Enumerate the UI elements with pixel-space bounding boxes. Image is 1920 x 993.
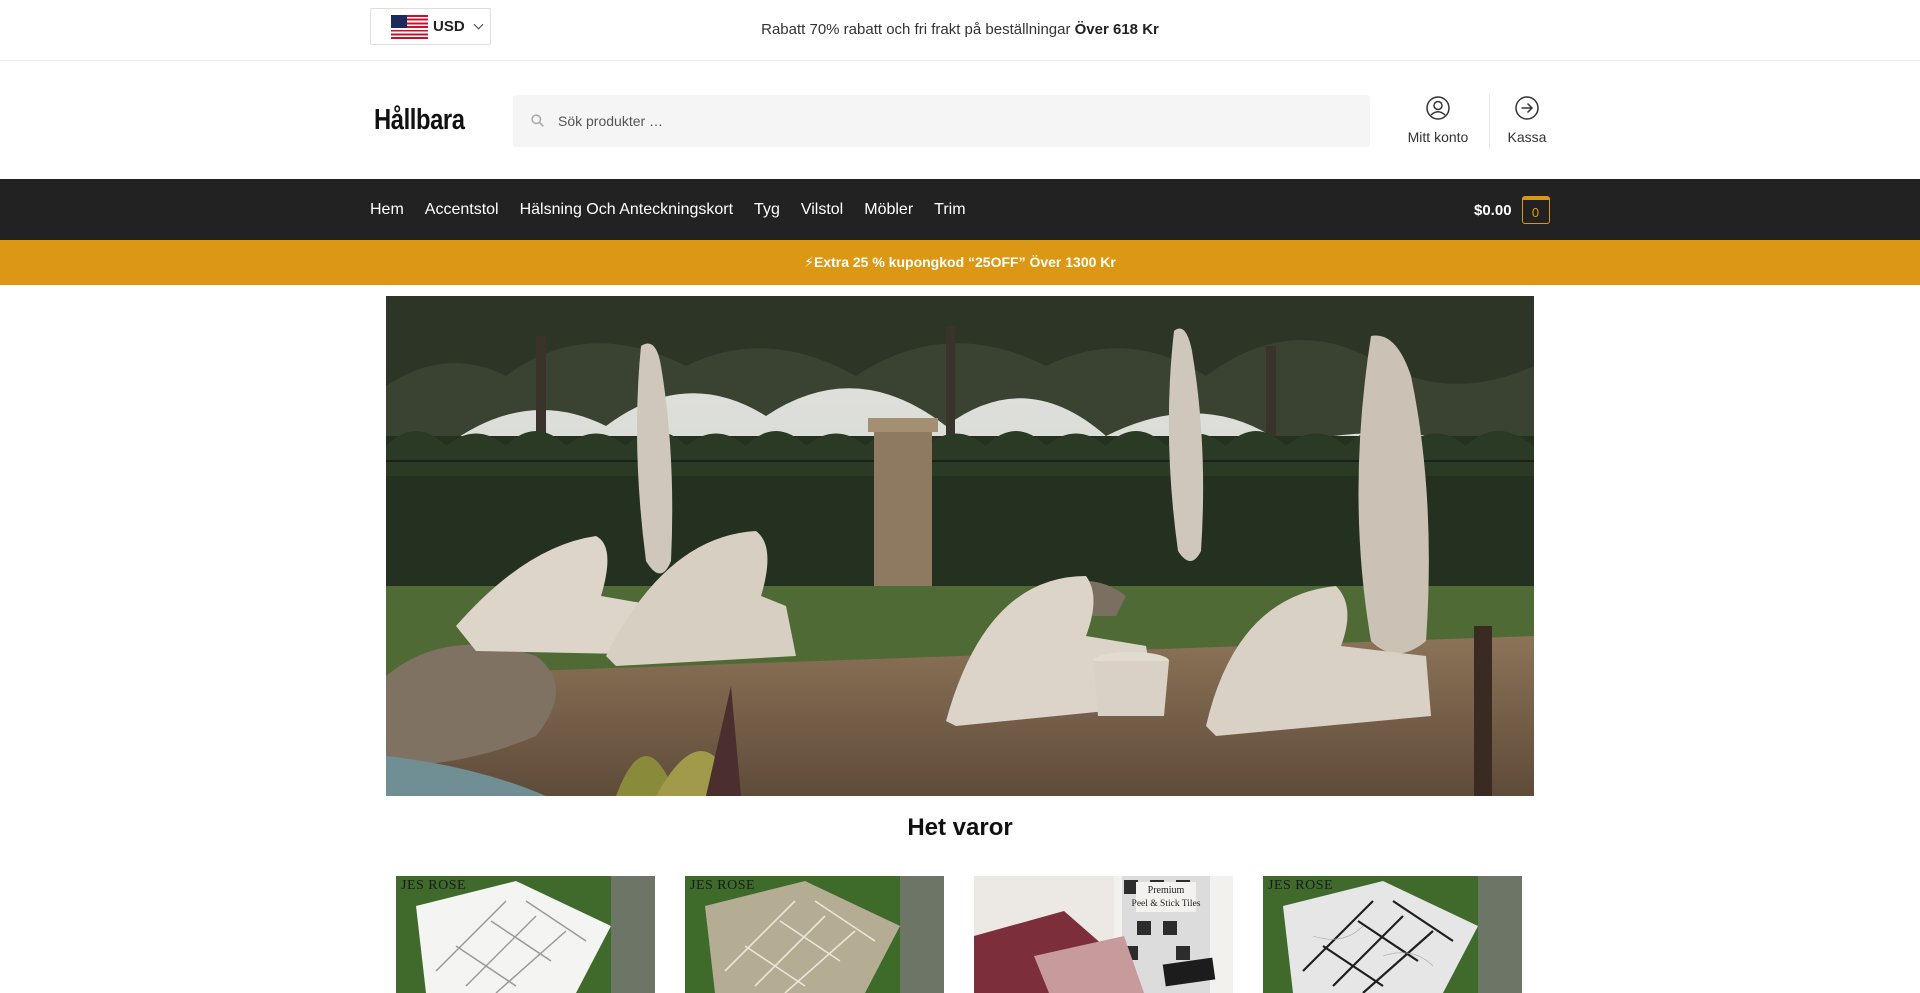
promo-text-regular: Rabatt 70% rabatt och fri frakt på bestä… — [761, 21, 1075, 38]
user-icon — [1426, 96, 1450, 120]
nav-item-mobler[interactable]: Möbler — [864, 201, 913, 219]
nav-menu: Hem Accentstol Hälsning Och Anteckningsk… — [370, 179, 987, 240]
header-divider — [1489, 94, 1490, 148]
search-icon — [531, 114, 544, 127]
hero-image[interactable] — [386, 296, 1534, 796]
product-card[interactable]: JES ROSE — [396, 876, 655, 993]
site-logo[interactable]: Hållbara — [374, 104, 465, 137]
section-title: Het varor — [907, 814, 1013, 841]
product-brand: JES ROSE — [690, 878, 756, 893]
promo-text: Rabatt 70% rabatt och fri frakt på bestä… — [0, 21, 1920, 38]
my-account-label: Mitt konto — [1407, 129, 1469, 145]
product-card[interactable]: JES ROSE — [1263, 876, 1522, 993]
checkout-link[interactable]: Kassa — [1496, 95, 1558, 151]
nav-item-halsning[interactable]: Hälsning Och Anteckningskort — [520, 201, 733, 219]
product-brand: JES ROSE — [1268, 878, 1334, 893]
nav-item-accentstol[interactable]: Accentstol — [425, 201, 499, 219]
main-nav: Hem Accentstol Hälsning Och Anteckningsk… — [0, 179, 1920, 240]
nav-item-hem[interactable]: Hem — [370, 201, 404, 219]
top-bar: USD Rabatt 70% rabatt och fri frakt på b… — [0, 0, 1920, 61]
my-account-link[interactable]: Mitt konto — [1396, 95, 1480, 151]
arrow-right-circle-icon — [1515, 96, 1539, 120]
product-brand: JES ROSE — [401, 878, 467, 893]
search-input[interactable] — [558, 113, 1338, 129]
cart-count-badge: 0 — [1521, 196, 1550, 224]
product-image: Premium Peel & Stick Tiles — [974, 876, 1233, 993]
nav-item-trim[interactable]: Trim — [934, 201, 965, 219]
nav-item-vilstol[interactable]: Vilstol — [801, 201, 843, 219]
svg-text:Peel & Stick Tiles: Peel & Stick Tiles — [1132, 899, 1201, 909]
hero-illustration — [386, 296, 1534, 796]
cart-total: $0.00 — [1474, 201, 1512, 219]
checkout-label: Kassa — [1507, 129, 1547, 145]
svg-text:Premium: Premium — [1148, 885, 1185, 896]
promo-text-bold: Över 618 Kr — [1074, 21, 1159, 38]
cart-button[interactable]: $0.00 0 — [1474, 196, 1550, 224]
search-box — [513, 95, 1370, 147]
product-card[interactable]: Premium Peel & Stick Tiles — [974, 876, 1233, 993]
product-card[interactable]: JES ROSE — [685, 876, 944, 993]
nav-item-tyg[interactable]: Tyg — [754, 201, 780, 219]
coupon-banner: ⚡Extra 25 % kupongkod “25OFF” Över 1300 … — [0, 240, 1920, 285]
